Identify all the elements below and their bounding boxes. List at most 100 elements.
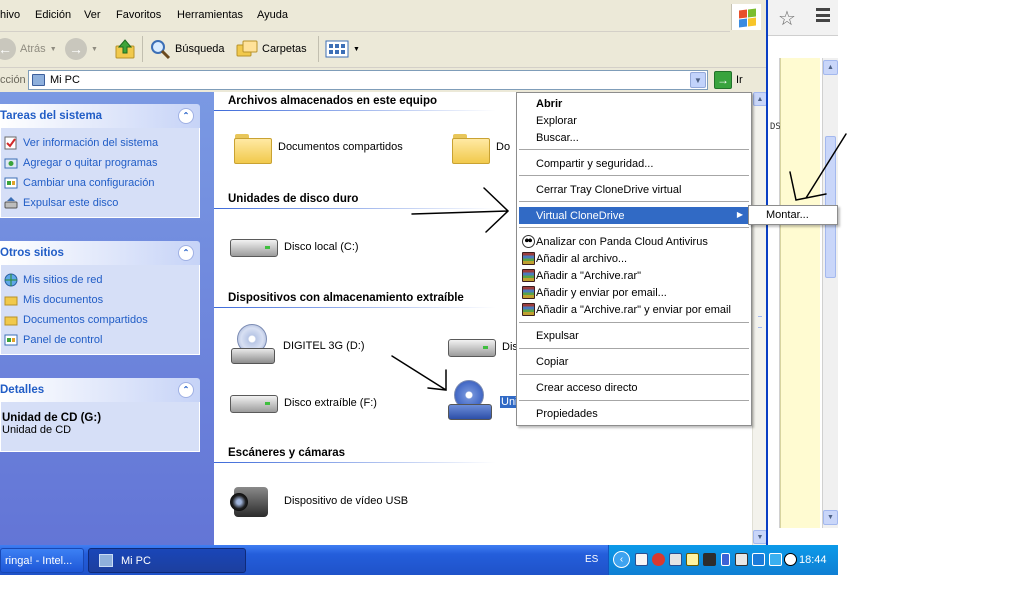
shared-documents-item[interactable]: Documentos compartidos — [234, 132, 403, 164]
language-indicator[interactable]: ES — [585, 554, 598, 565]
link-label: Agregar o quitar programas — [23, 157, 158, 169]
folders-button[interactable]: Carpetas — [236, 36, 307, 62]
menu-item-mount[interactable]: Montar... — [766, 209, 809, 221]
usb-video-device-item[interactable]: Dispositivo de vídeo USB — [230, 481, 408, 521]
item-label: Disco extraíble (F:) — [284, 397, 377, 409]
go-arrow-icon: → — [714, 71, 732, 89]
menu-item-add-and-email[interactable]: Añadir y enviar por email... — [519, 284, 749, 301]
browser-scrollbar[interactable]: ▲ ▼ — [822, 58, 838, 528]
browser-text-column: DS — [768, 58, 781, 528]
content-scrollbar[interactable]: ▲ ▼ — [752, 92, 766, 545]
menu-item-open[interactable]: Abrir — [519, 95, 749, 112]
menu-item-panda-scan[interactable]: Analizar con Panda Cloud Antivirus — [519, 233, 749, 250]
views-button[interactable]: ▼ — [325, 36, 360, 62]
menu-item-add-rar-and-email[interactable]: Añadir a "Archive.rar" y enviar por emai… — [519, 301, 749, 318]
search-button[interactable]: Búsqueda — [149, 36, 225, 62]
menu-ver[interactable]: Ver — [84, 9, 101, 21]
menu-favoritos[interactable]: Favoritos — [116, 9, 161, 21]
scroll-up-icon[interactable]: ▲ — [753, 92, 766, 106]
item-label: Disco local (C:) — [284, 241, 359, 253]
system-info-icon — [3, 135, 19, 151]
volume-icon[interactable] — [669, 553, 682, 566]
collapse-icon[interactable]: ⌃ — [178, 108, 194, 124]
menu-item-close-tray[interactable]: Cerrar Tray CloneDrive virtual — [519, 181, 749, 198]
menu-item-sharing-security[interactable]: Compartir y seguridad... — [519, 155, 749, 172]
video-camera-icon — [230, 481, 276, 521]
menu-ayuda[interactable]: Ayuda — [257, 9, 288, 21]
view-system-info-link[interactable]: Ver información del sistema — [1, 133, 199, 153]
my-computer-icon — [32, 74, 45, 86]
eject-disk-link[interactable]: Expulsar este disco — [1, 193, 199, 213]
show-hidden-icons-icon[interactable]: ‹ — [613, 551, 630, 568]
address-input[interactable]: Mi PC ▼ — [28, 70, 708, 90]
menu-item-virtual-clonedrive[interactable]: Virtual CloneDrive ▶ — [519, 207, 749, 224]
browser-toolbar: ☆ — [768, 0, 838, 36]
menu-item-properties[interactable]: Propiedades — [519, 405, 749, 422]
my-network-places-link[interactable]: Mis sitios de red — [1, 270, 199, 290]
winrar-icon — [522, 252, 535, 265]
control-panel-link[interactable]: Panel de control — [1, 330, 199, 350]
menu-item-search[interactable]: Buscar... — [519, 129, 749, 146]
task-pane: Tareas del sistema ⌃ Ver información del… — [0, 92, 214, 545]
menu-item-add-to-archive[interactable]: Añadir al archivo... — [519, 250, 749, 267]
removable-f-item[interactable]: Disco extraíble (F:) — [230, 389, 377, 417]
details-header[interactable]: Detalles ⌃ — [0, 378, 200, 402]
menu-item-add-to-rar[interactable]: Añadir a "Archive.rar" — [519, 267, 749, 284]
back-button[interactable]: ← Atrás ▼ — [0, 36, 57, 62]
folder-icon — [234, 132, 272, 164]
digitel-d-item[interactable]: DIGITEL 3G (D:) — [231, 324, 365, 368]
scroll-down-icon[interactable]: ▼ — [823, 510, 838, 525]
group-header-hard-drives: Unidades de disco duro — [228, 193, 359, 205]
task-label: ringa! - Intel... — [5, 554, 73, 567]
add-remove-programs-link[interactable]: Agregar o quitar programas — [1, 153, 199, 173]
device-icon[interactable] — [703, 553, 716, 566]
toolbar-separator — [142, 36, 143, 62]
up-folder-button[interactable] — [114, 36, 136, 62]
antivirus-tray-icon[interactable] — [652, 553, 665, 566]
clonedrive-submenu: Montar... — [748, 205, 838, 225]
menu-item-copy[interactable]: Copiar — [519, 353, 749, 370]
usb-drive-icon[interactable] — [721, 553, 730, 566]
bookmark-star-icon[interactable]: ☆ — [778, 6, 796, 31]
system-tasks-header[interactable]: Tareas del sistema ⌃ — [0, 104, 200, 128]
menu-item-eject[interactable]: Expulsar — [519, 327, 749, 344]
other-places-header[interactable]: Otros sitios ⌃ — [0, 241, 200, 265]
documents-folder-item[interactable]: Do — [452, 132, 511, 164]
scroll-up-icon[interactable]: ▲ — [823, 60, 838, 75]
clonedrive-tray-icon[interactable] — [769, 553, 782, 566]
change-setting-link[interactable]: Cambiar una configuración — [1, 173, 199, 193]
safely-remove-icon[interactable] — [735, 553, 748, 566]
panda-tray-icon[interactable] — [784, 553, 797, 566]
local-disk-c-item[interactable]: Disco local (C:) — [230, 233, 359, 261]
clock[interactable]: 18:44 — [799, 554, 827, 566]
go-button[interactable]: → Ir — [714, 70, 743, 90]
details-item-name: Unidad de CD (G:) — [2, 412, 102, 424]
menu-item-create-shortcut[interactable]: Crear acceso directo — [519, 379, 749, 396]
my-documents-link[interactable]: Mis documentos — [1, 290, 199, 310]
folders-icon — [236, 40, 258, 57]
cd-drive-g-item[interactable]: Uni — [448, 380, 519, 424]
menu-item-explore[interactable]: Explorar — [519, 112, 749, 129]
forward-dropdown-icon[interactable]: ▼ — [91, 46, 98, 53]
scroll-down-icon[interactable]: ▼ — [753, 530, 766, 544]
network-icon[interactable] — [635, 553, 648, 566]
taskbar-browser-button[interactable]: ringa! - Intel... — [0, 548, 84, 573]
group-divider — [214, 208, 496, 209]
menu-edicion[interactable]: Edición — [35, 9, 71, 21]
menu-archivo[interactable]: hivo — [0, 9, 20, 21]
removable-e-item[interactable]: Dis — [448, 333, 518, 361]
shared-documents-link[interactable]: Documentos compartidos — [1, 310, 199, 330]
forward-button[interactable]: → ▼ — [65, 36, 98, 62]
address-dropdown-icon[interactable]: ▼ — [690, 72, 706, 88]
item-label: Do — [496, 141, 511, 153]
collapse-icon[interactable]: ⌃ — [178, 245, 194, 261]
menu-herramientas[interactable]: Herramientas — [177, 9, 243, 21]
back-dropdown-icon[interactable]: ▼ — [50, 46, 57, 53]
monitor-icon[interactable] — [752, 553, 765, 566]
display-icon[interactable] — [686, 553, 699, 566]
hamburger-menu-icon[interactable] — [816, 8, 830, 22]
collapse-icon[interactable]: ⌃ — [178, 382, 194, 398]
removable-disk-icon — [230, 389, 278, 417]
taskbar-mypc-button[interactable]: Mi PC — [88, 548, 246, 573]
cd-drive-base-shape — [231, 348, 275, 364]
